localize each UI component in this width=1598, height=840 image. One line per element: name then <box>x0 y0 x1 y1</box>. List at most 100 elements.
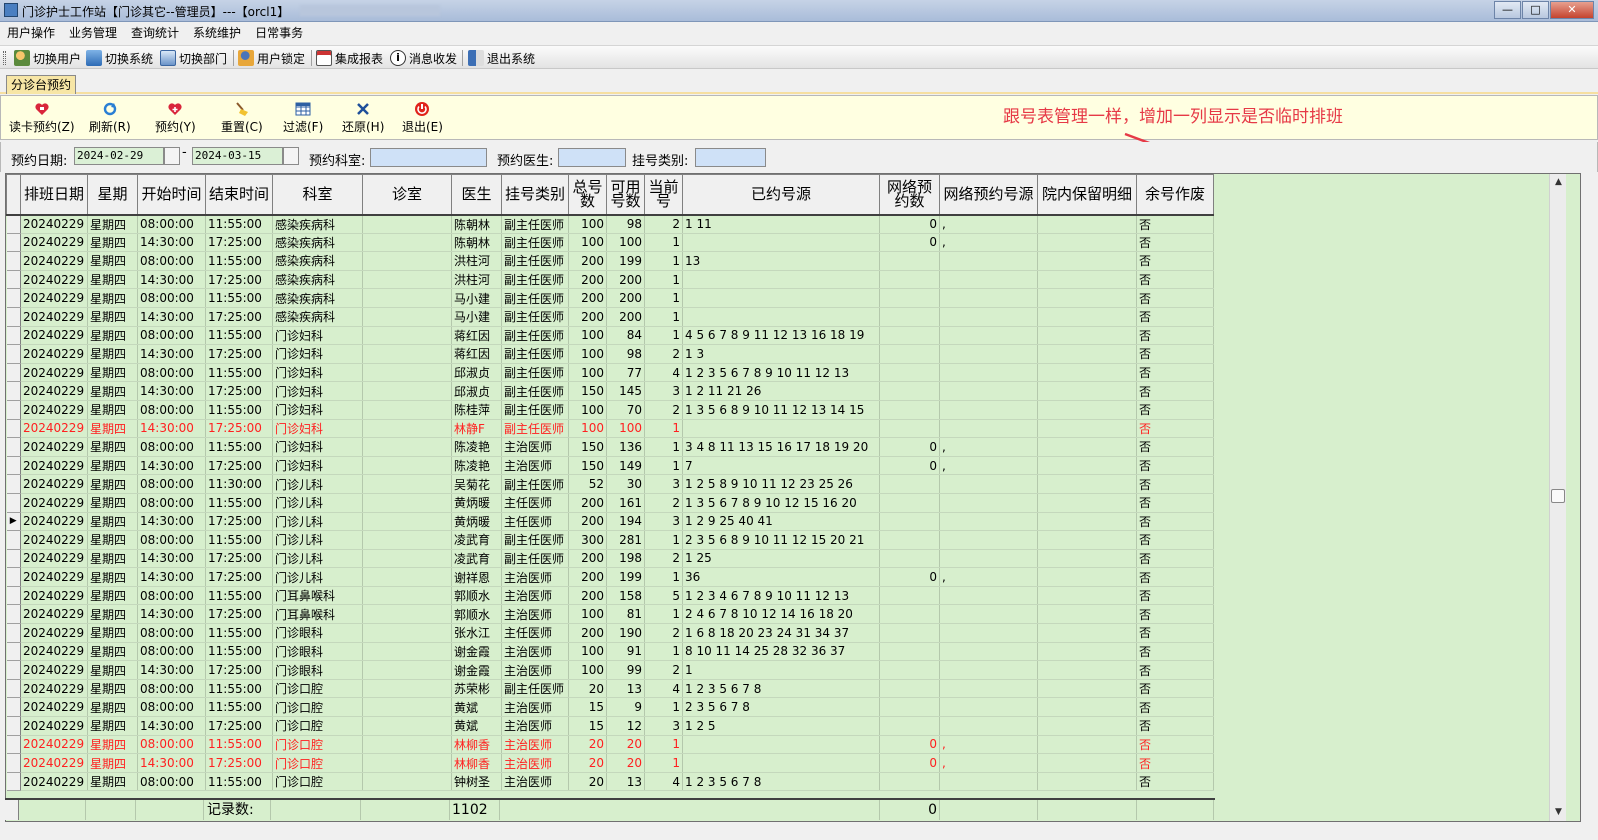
cell-current[interactable]: 1 <box>644 567 683 587</box>
cell-net-source[interactable] <box>939 679 1038 699</box>
cell-start-time[interactable]: 14:30:00 <box>137 233 206 253</box>
cell-current[interactable]: 1 <box>644 697 683 718</box>
col-header-net-source[interactable]: 网络预约号源 <box>939 174 1038 216</box>
table-row[interactable]: 20240229 星期四 14:30:00 17:25:00 感染疾病科 陈朝林 副主任医师… <box>6 233 1214 253</box>
cell-void[interactable]: 否 <box>1136 251 1214 271</box>
cell-reg-type[interactable]: 主任医师 <box>501 623 569 643</box>
table-row[interactable]: 20240229 星期四 08:00:00 11:55:00 门诊眼科 谢金霞 主治医师 10… <box>6 642 1214 662</box>
cell-booked[interactable] <box>682 270 880 290</box>
cell-doctor[interactable]: 陈桂萍 <box>451 400 502 420</box>
row-indicator[interactable] <box>6 307 21 327</box>
cell-reg-type[interactable]: 副主任医师 <box>501 363 569 383</box>
cell-total[interactable]: 100 <box>568 400 607 420</box>
cell-department[interactable]: 门诊口腔 <box>272 753 363 773</box>
cell-start-time[interactable]: 14:30:00 <box>137 660 206 680</box>
cell-net-source[interactable] <box>939 419 1038 439</box>
cell-current[interactable]: 1 <box>644 326 683 346</box>
cell-total[interactable]: 200 <box>568 549 607 569</box>
cell-weekday[interactable]: 星期四 <box>87 549 138 569</box>
cell-available[interactable]: 158 <box>606 586 645 606</box>
cell-weekday[interactable]: 星期四 <box>87 474 138 494</box>
cell-date[interactable]: 20240229 <box>20 530 88 550</box>
cell-end-time[interactable]: 11:55:00 <box>205 586 273 606</box>
cell-total[interactable]: 100 <box>568 660 607 680</box>
cell-booked[interactable]: 1 2 3 5 6 7 8 <box>682 772 880 792</box>
read-card-button[interactable]: 读卡预约(Z) <box>9 101 75 135</box>
table-row[interactable]: 20240229 星期四 08:00:00 11:55:00 感染疾病科 洪柱河 副主任医师… <box>6 251 1214 271</box>
cell-department[interactable]: 门诊口腔 <box>272 697 363 718</box>
cell-doctor[interactable]: 马小建 <box>451 307 502 327</box>
table-row[interactable]: 20240229 星期四 08:00:00 11:55:00 门诊儿科 黄炳暖 主任医师 20… <box>6 493 1214 513</box>
cell-net-source[interactable] <box>939 642 1038 662</box>
cell-total[interactable]: 200 <box>568 567 607 587</box>
cell-reserve-detail[interactable] <box>1037 623 1137 643</box>
cell-void[interactable]: 否 <box>1136 214 1214 234</box>
cell-void[interactable]: 否 <box>1136 753 1214 773</box>
cell-department[interactable]: 门诊眼科 <box>272 660 363 680</box>
cell-booked[interactable] <box>682 419 880 439</box>
cell-void[interactable]: 否 <box>1136 660 1214 680</box>
cell-department[interactable]: 门诊口腔 <box>272 772 363 792</box>
cell-end-time[interactable]: 11:55:00 <box>205 326 273 346</box>
cell-reserve-detail[interactable] <box>1037 530 1137 550</box>
cell-total[interactable]: 20 <box>568 679 607 699</box>
cell-reg-type[interactable]: 主治医师 <box>501 716 569 736</box>
cell-department[interactable]: 感染疾病科 <box>272 270 363 290</box>
cell-current[interactable]: 2 <box>644 660 683 680</box>
cell-total[interactable]: 52 <box>568 474 607 494</box>
cell-doctor[interactable]: 谢祥恩 <box>451 567 502 587</box>
cell-net-source[interactable] <box>939 363 1038 383</box>
switch-system-button[interactable]: 切换系统 <box>86 49 153 67</box>
cell-weekday[interactable]: 星期四 <box>87 400 138 420</box>
cell-department[interactable]: 门诊儿科 <box>272 567 363 587</box>
cell-doctor[interactable]: 钟树圣 <box>451 772 502 792</box>
cell-weekday[interactable]: 星期四 <box>87 753 138 773</box>
table-row[interactable]: ▶ 20240229 星期四 14:30:00 17:25:00 门诊儿科 黄炳暖 主任医师 2… <box>6 512 1214 532</box>
cell-reg-type[interactable]: 副主任医师 <box>501 419 569 439</box>
cell-void[interactable]: 否 <box>1136 549 1214 569</box>
cell-current[interactable]: 1 <box>644 642 683 662</box>
cell-reserve-detail[interactable] <box>1037 716 1137 736</box>
cell-booked[interactable]: 7 <box>682 456 880 476</box>
cell-void[interactable]: 否 <box>1136 326 1214 346</box>
cell-void[interactable]: 否 <box>1136 642 1214 662</box>
cell-room[interactable] <box>362 530 452 550</box>
cell-net-count[interactable] <box>879 549 940 569</box>
cell-reserve-detail[interactable] <box>1037 270 1137 290</box>
row-indicator[interactable] <box>6 326 21 346</box>
row-indicator[interactable] <box>6 735 21 755</box>
cell-room[interactable] <box>362 493 452 513</box>
cell-booked[interactable] <box>682 753 880 773</box>
cell-end-time[interactable]: 17:25:00 <box>205 381 273 401</box>
cell-void[interactable]: 否 <box>1136 697 1214 718</box>
cell-department[interactable]: 门诊妇科 <box>272 344 363 364</box>
cell-net-source[interactable] <box>939 604 1038 625</box>
cell-date[interactable]: 20240229 <box>20 604 88 625</box>
close-button[interactable]: ✕ <box>1550 1 1594 19</box>
cell-available[interactable]: 98 <box>606 214 645 234</box>
cell-doctor[interactable]: 陈凌艳 <box>451 437 502 457</box>
row-indicator[interactable] <box>6 214 21 234</box>
cell-department[interactable]: 感染疾病科 <box>272 307 363 327</box>
cell-net-count[interactable] <box>879 586 940 606</box>
cell-date[interactable]: 20240229 <box>20 437 88 457</box>
cell-total[interactable]: 200 <box>568 493 607 513</box>
row-indicator[interactable] <box>6 437 21 457</box>
row-indicator[interactable] <box>6 233 21 253</box>
cell-net-count[interactable] <box>879 251 940 271</box>
cell-weekday[interactable]: 星期四 <box>87 326 138 346</box>
cell-date[interactable]: 20240229 <box>20 307 88 327</box>
cell-net-source[interactable] <box>939 270 1038 290</box>
scroll-down-arrow-icon[interactable]: ▼ <box>1550 804 1567 821</box>
cell-booked[interactable] <box>682 307 880 327</box>
cell-reg-type[interactable]: 主治医师 <box>501 660 569 680</box>
cell-reserve-detail[interactable] <box>1037 660 1137 680</box>
cell-doctor[interactable]: 郭顺水 <box>451 604 502 625</box>
cell-booked[interactable]: 1 <box>682 660 880 680</box>
cell-available[interactable]: 281 <box>606 530 645 550</box>
cell-weekday[interactable]: 星期四 <box>87 307 138 327</box>
cell-reg-type[interactable]: 副主任医师 <box>501 344 569 364</box>
scroll-up-arrow-icon[interactable]: ▲ <box>1550 174 1567 191</box>
integrated-report-button[interactable]: 集成报表 <box>316 49 383 67</box>
cell-reserve-detail[interactable] <box>1037 400 1137 420</box>
